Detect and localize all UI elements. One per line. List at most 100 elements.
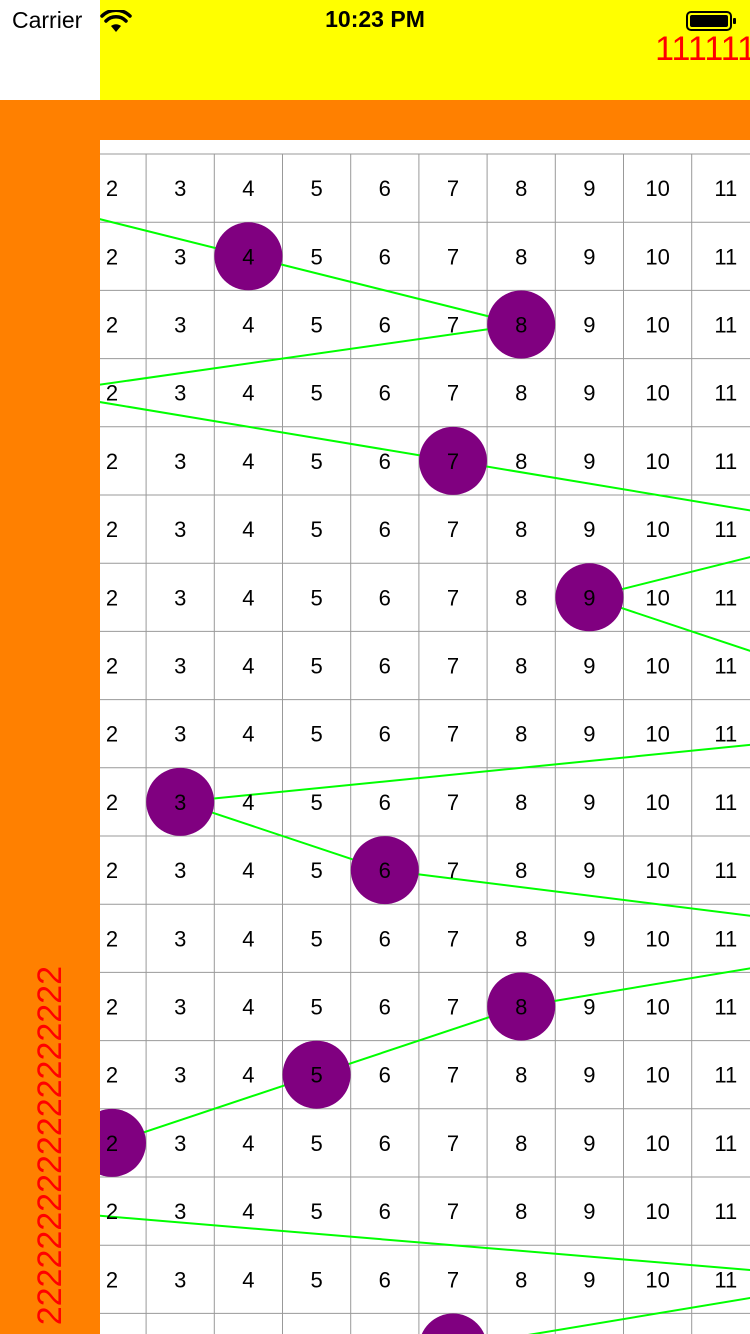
grid-cell-number: 2 (106, 926, 118, 951)
grid-cell-number: 11 (714, 1267, 737, 1292)
grid-cell-number: 8 (515, 995, 527, 1020)
grid-cell-number: 8 (515, 790, 527, 815)
grid-cell-number: 10 (645, 176, 669, 201)
grid-cell-number: 6 (379, 381, 391, 406)
grid-cell-number: 11 (714, 858, 737, 883)
grid-cell-number: 8 (515, 1199, 527, 1224)
grid-cell-number: 8 (515, 449, 527, 474)
grid-cell-number: 6 (379, 1267, 391, 1292)
grid-cell-number: 6 (379, 995, 391, 1020)
grid-cell-number: 2 (106, 790, 118, 815)
grid-cell-number: 5 (310, 1267, 322, 1292)
grid-cell-number: 3 (174, 1199, 186, 1224)
connector-line (527, 1296, 750, 1334)
grid-cell-number: 7 (447, 449, 459, 474)
grid-cell-number: 6 (379, 1063, 391, 1088)
grid-cell-number: 11 (714, 381, 737, 406)
grid-cell-number: 2 (106, 381, 118, 406)
grid-cell-number: 9 (583, 313, 595, 338)
top-orange-bar (0, 100, 750, 140)
grid-cell-number: 6 (379, 926, 391, 951)
grid-cell-number: 10 (645, 381, 669, 406)
grid-cell-number: 9 (583, 858, 595, 883)
grid-cell-number: 9 (583, 176, 595, 201)
grid-cell-number: 11 (714, 1131, 737, 1156)
grid-cell-number: 5 (310, 517, 322, 542)
grid-cell-number: 10 (645, 926, 669, 951)
grid-cell-number: 3 (174, 926, 186, 951)
grid-cell-number: 5 (310, 858, 322, 883)
grid-cell-number: 4 (242, 176, 254, 201)
grid-cell-number: 11 (714, 1199, 737, 1224)
grid-cell-number: 2 (106, 176, 118, 201)
grid-cell-number: 10 (645, 585, 669, 610)
grid-cell-number: 2 (106, 1267, 118, 1292)
grid-cell-number: 7 (447, 654, 459, 679)
number-ball (421, 1313, 485, 1334)
grid-cell-number: 3 (174, 176, 186, 201)
grid-cell-number: 8 (515, 1267, 527, 1292)
grid-cell-number: 3 (174, 517, 186, 542)
grid-cell-number: 4 (242, 1131, 254, 1156)
grid-cell-number: 10 (645, 722, 669, 747)
grid-cell-number: 3 (174, 995, 186, 1020)
grid-cell-number: 11 (714, 313, 737, 338)
grid-cell-number: 3 (174, 790, 186, 815)
grid-cell-number: 9 (583, 1267, 595, 1292)
left-orange-panel: 2222222222222222222 (0, 140, 100, 1334)
grid-cell-number: 5 (310, 244, 322, 269)
grid-cell-number: 6 (379, 722, 391, 747)
grid-cell-number: 10 (645, 1131, 669, 1156)
grid-cell-number: 6 (379, 313, 391, 338)
grid-cell-number: 9 (583, 1199, 595, 1224)
grid-cell-number: 7 (447, 313, 459, 338)
grid-cell-number: 4 (242, 1063, 254, 1088)
grid-cell-number: 6 (379, 654, 391, 679)
grid-cell-number: 10 (645, 517, 669, 542)
grid-cell-number: 2 (106, 722, 118, 747)
grid-cell-number: 3 (174, 244, 186, 269)
grid-cell-number: 2 (106, 1131, 118, 1156)
grid-cell-number: 7 (447, 244, 459, 269)
grid-cell-number: 6 (379, 517, 391, 542)
grid-cell-number: 11 (714, 449, 737, 474)
grid-cell-number: 10 (645, 1267, 669, 1292)
grid-cell-number: 3 (174, 585, 186, 610)
grid-cell-number: 3 (174, 1063, 186, 1088)
grid-cell-number: 11 (714, 995, 737, 1020)
status-bar: Carrier 10:23 PM (0, 0, 750, 40)
grid-cell-number: 7 (447, 722, 459, 747)
grid-cell-number: 5 (310, 381, 322, 406)
grid-cell-number: 5 (310, 1199, 322, 1224)
grid-cell-number: 10 (645, 858, 669, 883)
grid-cell-number: 5 (310, 926, 322, 951)
grid-cell-number: 4 (242, 585, 254, 610)
grid-cell-number: 3 (174, 381, 186, 406)
grid-cell-number: 11 (714, 722, 737, 747)
grid-cell-number: 11 (714, 654, 737, 679)
grid-cell-number: 4 (242, 654, 254, 679)
grid-cell-number: 3 (174, 313, 186, 338)
grid-cell-number: 8 (515, 313, 527, 338)
grid-cell-number: 10 (645, 449, 669, 474)
number-grid[interactable]: 2 3 4 5 6 7 8 9 10 11 2 3 4 5 6 7 8 9 10 11 2 3 4 5 6 7 8 9 10 11 2 3 4 5… (100, 140, 750, 1334)
grid-cell-number: 10 (645, 995, 669, 1020)
grid-cell-number: 7 (447, 926, 459, 951)
grid-cell-number: 5 (310, 449, 322, 474)
grid-cell-number: 4 (242, 790, 254, 815)
grid-cell-number: 2 (106, 995, 118, 1020)
grid-cell-number: 8 (515, 176, 527, 201)
grid-cell-number: 4 (242, 722, 254, 747)
grid-cell-number: 3 (174, 1267, 186, 1292)
grid-cell-number: 7 (447, 1063, 459, 1088)
grid-cell-number: 2 (106, 858, 118, 883)
grid-cell-number: 11 (714, 176, 737, 201)
grid-cell-number: 8 (515, 858, 527, 883)
grid-cell-number: 8 (515, 517, 527, 542)
grid-cell-number: 7 (447, 995, 459, 1020)
side-vertical-label: 2222222222222222222 (31, 966, 69, 1326)
grid-cell-number: 3 (174, 449, 186, 474)
grid-cell-number: 9 (583, 654, 595, 679)
grid-cell-number: 5 (310, 654, 322, 679)
grid-cell-number: 5 (310, 790, 322, 815)
